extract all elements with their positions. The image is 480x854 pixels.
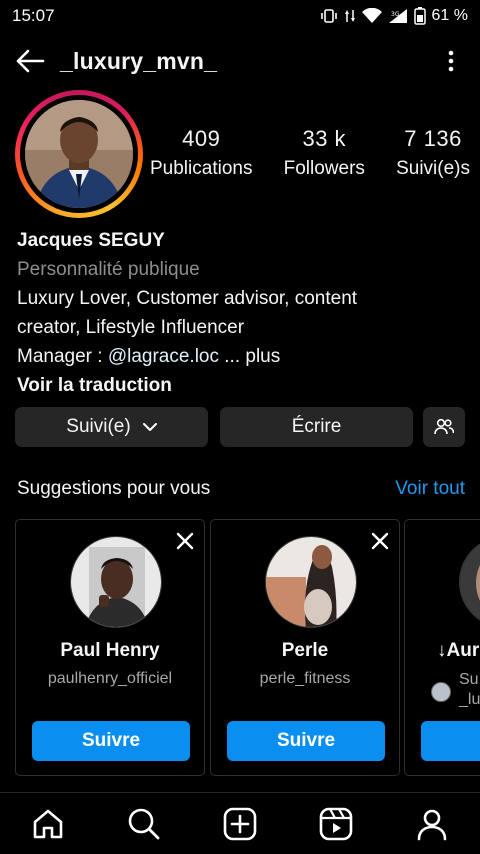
close-icon[interactable] xyxy=(369,530,391,552)
manager-link[interactable]: @lagrace.loc xyxy=(108,346,219,367)
bio-line: creator, Lifestyle Influencer xyxy=(17,317,245,338)
suggestion-name: Paul Henry xyxy=(60,640,160,661)
stat-value: 409 xyxy=(182,126,221,151)
profile-header: _luxury_mvn_ xyxy=(0,40,480,82)
nav-reels[interactable] xyxy=(312,800,360,848)
stat-value: 33 k xyxy=(302,126,347,151)
bio-more-link[interactable]: ... plus xyxy=(219,346,280,367)
profile-icon xyxy=(417,809,447,840)
data-arrows-icon xyxy=(344,10,355,22)
more-options-button[interactable] xyxy=(436,46,466,76)
profile-bio: Jacques SEGUY Personnalité publique Luxu… xyxy=(17,226,467,400)
manager-prefix: Manager : xyxy=(17,346,108,367)
stat-followers[interactable]: 33 k Followers xyxy=(284,126,365,180)
mutual-avatar xyxy=(431,682,451,702)
wifi-icon xyxy=(361,8,382,23)
follow-button[interactable]: Suivre xyxy=(32,721,190,761)
bio-manager-line: Manager : @lagrace.loc ... plus xyxy=(17,342,467,371)
suggestions-title: Suggestions pour vous xyxy=(17,478,211,499)
more-vertical-icon xyxy=(448,50,454,72)
vibrate-icon xyxy=(320,9,337,23)
battery-icon xyxy=(413,7,426,25)
status-icons: 3G 61 % xyxy=(320,7,468,25)
bio-line: Luxury Lover, Customer advisor, content xyxy=(17,288,358,309)
battery-percent: 61 % xyxy=(431,7,468,24)
discover-people-button[interactable] xyxy=(423,407,465,447)
avatar xyxy=(265,536,357,628)
stat-label: Publications xyxy=(150,158,253,179)
discover-people-icon xyxy=(434,418,454,435)
status-bar: 15:07 3G 61 % xyxy=(0,0,480,32)
follow-button[interactable]: Suivre xyxy=(227,721,385,761)
suggestion-mutual: Su _lu xyxy=(459,671,480,708)
nav-home[interactable] xyxy=(24,800,72,848)
arrow-left-icon xyxy=(16,49,45,73)
page-title: _luxury_mvn_ xyxy=(60,47,218,74)
stat-label: Suivi(e)s xyxy=(396,158,470,179)
reels-icon xyxy=(319,807,353,840)
signal-icon: 3G xyxy=(388,9,407,23)
chevron-down-icon xyxy=(142,422,157,431)
avatar xyxy=(459,536,480,628)
see-all-link[interactable]: Voir tout xyxy=(395,478,465,500)
stat-publications[interactable]: 409 Publications xyxy=(150,126,252,180)
nav-search[interactable] xyxy=(120,800,168,848)
profile-stats: 409 Publications 33 k Followers 7 136 Su… xyxy=(150,126,470,180)
following-label: Suivi(e) xyxy=(66,416,131,437)
status-time: 15:07 xyxy=(12,6,55,25)
suggestion-handle: paulhenry_officiel xyxy=(47,670,173,687)
suggestion-name: ↓Aur xyxy=(437,640,480,661)
following-button[interactable]: Suivi(e) xyxy=(15,407,208,447)
avatar xyxy=(70,536,162,628)
profile-actions: Suivi(e) Écrire xyxy=(15,407,465,447)
profile-name: Jacques SEGUY xyxy=(17,230,165,251)
message-button[interactable]: Écrire xyxy=(220,407,413,447)
suggestions-header: Suggestions pour vous Voir tout xyxy=(17,478,465,500)
follow-button[interactable]: S xyxy=(421,721,480,761)
back-button[interactable] xyxy=(0,40,60,82)
profile-category: Personnalité publique xyxy=(17,259,200,280)
profile-avatar-ring[interactable] xyxy=(15,90,143,218)
stat-label: Followers xyxy=(283,158,365,179)
suggestion-card[interactable]: ↓Aur Su _lu S xyxy=(404,519,480,776)
avatar xyxy=(25,100,133,208)
suggestion-name: Perle xyxy=(281,640,329,661)
see-translation-link[interactable]: Voir la traduction xyxy=(17,371,467,400)
suggestion-handle: perle_fitness xyxy=(259,670,351,687)
stat-value: 7 136 xyxy=(404,126,462,151)
svg-text:3G: 3G xyxy=(391,11,400,18)
close-icon[interactable] xyxy=(174,530,196,552)
nav-profile[interactable] xyxy=(408,800,456,848)
suggestion-card[interactable]: Perle perle_fitness Suivre xyxy=(210,519,400,776)
suggestion-card[interactable]: Paul Henry paulhenry_officiel Suivre xyxy=(15,519,205,776)
create-icon xyxy=(223,807,257,840)
stat-following[interactable]: 7 136 Suivi(e)s xyxy=(396,126,470,180)
home-icon xyxy=(33,809,63,838)
nav-create[interactable] xyxy=(216,800,264,848)
search-icon xyxy=(128,808,160,839)
avatar-photo xyxy=(25,100,133,208)
message-label: Écrire xyxy=(291,416,342,437)
bottom-nav xyxy=(0,792,480,854)
